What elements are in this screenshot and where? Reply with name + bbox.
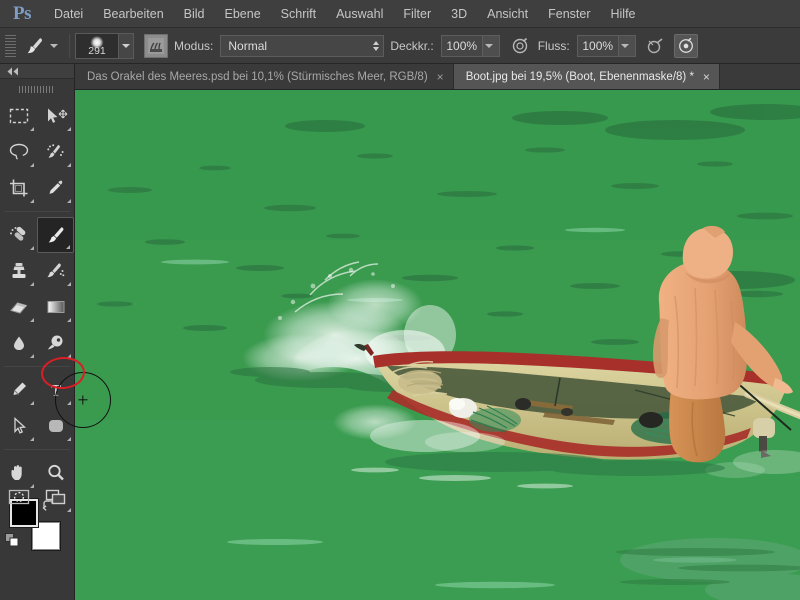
brush-tip-preview-icon <box>90 35 104 49</box>
menu-bild[interactable]: Bild <box>174 0 215 28</box>
blur-tool[interactable] <box>0 325 37 361</box>
flyout-corner-icon <box>67 318 71 322</box>
default-colors-icon[interactable] <box>5 533 19 547</box>
toolbar-divider <box>4 211 70 212</box>
photoshop-window: Ps Datei Bearbeiten Bild Ebene Schrift A… <box>0 0 800 600</box>
tab-title: Boot.jpg bei 19,5% (Boot, Ebenenmaske/8)… <box>465 70 694 83</box>
menu-bar: Ps Datei Bearbeiten Bild Ebene Schrift A… <box>0 0 800 28</box>
history-brush-tool[interactable] <box>37 253 74 289</box>
boat-on-green-sea-image <box>75 90 800 600</box>
pressure-flow-icon[interactable] <box>644 34 668 58</box>
lasso-tool[interactable] <box>0 134 37 170</box>
svg-text:T: T <box>50 381 61 400</box>
flyout-corner-icon <box>30 401 34 405</box>
flyout-corner-icon <box>30 127 34 131</box>
options-bar-grip[interactable] <box>5 34 16 57</box>
mode-label: Modus: <box>174 38 214 53</box>
photoshop-logo: Ps <box>13 2 32 24</box>
brush-preset-dropdown-button[interactable] <box>119 32 134 59</box>
menu-3d[interactable]: 3D <box>441 0 477 28</box>
close-icon[interactable]: × <box>437 71 444 83</box>
brush-preset-picker[interactable]: 291 <box>75 32 119 59</box>
chevron-down-icon <box>484 43 493 48</box>
brush-tool[interactable] <box>37 217 74 253</box>
tool-group-selection <box>0 96 74 208</box>
menu-filter[interactable]: Filter <box>393 0 441 28</box>
blend-mode-select[interactable]: Normal <box>220 34 385 57</box>
brush-panel-icon[interactable] <box>144 33 168 58</box>
opacity-value[interactable]: 100% <box>440 34 483 57</box>
blend-mode-value: Normal <box>228 38 268 53</box>
flyout-corner-icon <box>67 401 71 405</box>
quick-mask-toggle[interactable] <box>0 479 37 515</box>
tools-panel: T <box>0 64 75 600</box>
flyout-corner-icon <box>67 127 71 131</box>
tab-boot-jpg[interactable]: Boot.jpg bei 19,5% (Boot, Ebenenmaske/8)… <box>453 64 720 89</box>
flyout-corner-icon <box>30 354 34 358</box>
flyout-corner-icon <box>67 508 71 512</box>
airbrush-icon[interactable] <box>673 33 698 58</box>
flyout-corner-icon <box>30 437 34 441</box>
menu-datei[interactable]: Datei <box>44 0 93 28</box>
path-selection-tool[interactable] <box>0 408 37 444</box>
chevron-down-icon <box>122 43 130 48</box>
brush-icon[interactable] <box>22 34 48 58</box>
spot-healing-brush-tool[interactable] <box>0 217 37 253</box>
move-tool[interactable] <box>37 98 74 134</box>
toolbar-divider <box>4 449 70 450</box>
tool-group-retouch-paint <box>0 215 74 363</box>
gradient-tool[interactable] <box>37 289 74 325</box>
flow-value[interactable]: 100% <box>576 34 619 57</box>
eraser-tool[interactable] <box>0 289 37 325</box>
flow-label: Fluss: <box>537 38 570 53</box>
flyout-corner-icon <box>67 437 71 441</box>
tab-das-orakel-des-meeres[interactable]: Das Orakel des Meeres.psd bei 10,1% (Stü… <box>75 64 454 89</box>
menu-ebene[interactable]: Ebene <box>215 0 271 28</box>
quick-selection-tool[interactable] <box>37 134 74 170</box>
flyout-corner-icon <box>30 282 34 286</box>
tool-group-vector-type: T <box>0 370 74 446</box>
flyout-corner-icon <box>67 354 71 358</box>
toolbar-divider <box>4 366 70 367</box>
close-icon[interactable]: × <box>703 71 710 83</box>
chevron-down-icon <box>620 43 629 48</box>
flyout-corner-icon <box>67 282 71 286</box>
flyout-corner-icon <box>30 318 34 322</box>
flow-dropdown-button[interactable] <box>618 34 636 57</box>
pen-tool[interactable] <box>0 372 37 408</box>
menu-bearbeiten[interactable]: Bearbeiten <box>93 0 173 28</box>
screen-mode-toggle[interactable] <box>37 479 74 515</box>
opacity-label: Deckkr.: <box>390 38 434 53</box>
dodge-tool[interactable] <box>37 325 74 361</box>
shape-tool[interactable] <box>37 408 74 444</box>
document-tab-bar: Das Orakel des Meeres.psd bei 10,1% (Stü… <box>75 64 800 90</box>
clone-stamp-tool[interactable] <box>0 253 37 289</box>
brush-preset-chevron-down-icon[interactable] <box>50 43 58 48</box>
tools-panel-grip[interactable] <box>0 83 74 96</box>
menu-ansicht[interactable]: Ansicht <box>477 0 538 28</box>
menu-schrift[interactable]: Schrift <box>271 0 326 28</box>
menu-hilfe[interactable]: Hilfe <box>601 0 646 28</box>
flyout-corner-icon <box>66 245 70 249</box>
type-tool[interactable]: T <box>37 372 74 408</box>
menu-auswahl[interactable]: Auswahl <box>326 0 393 28</box>
image-canvas[interactable] <box>75 90 800 600</box>
flyout-corner-icon <box>30 163 34 167</box>
flyout-corner-icon <box>67 163 71 167</box>
blend-mode-stepper-icon <box>365 40 380 51</box>
flyout-corner-icon <box>30 199 34 203</box>
tab-title: Das Orakel des Meeres.psd bei 10,1% (Stü… <box>87 70 428 83</box>
rectangular-marquee-tool[interactable] <box>0 98 37 134</box>
pressure-opacity-icon[interactable] <box>508 34 532 58</box>
opacity-dropdown-button[interactable] <box>482 34 500 57</box>
collapse-panel-icon[interactable] <box>0 64 74 79</box>
toolbar-bottom-row <box>0 479 75 515</box>
flyout-corner-icon <box>67 199 71 203</box>
eyedropper-tool[interactable] <box>37 170 74 206</box>
flyout-corner-icon <box>30 246 34 250</box>
options-divider <box>69 33 70 58</box>
tool-options-bar: 291 Modus: Normal Deckkr.: 100% Fluss: 1… <box>0 28 800 64</box>
crop-tool[interactable] <box>0 170 37 206</box>
menu-fenster[interactable]: Fenster <box>538 0 600 28</box>
